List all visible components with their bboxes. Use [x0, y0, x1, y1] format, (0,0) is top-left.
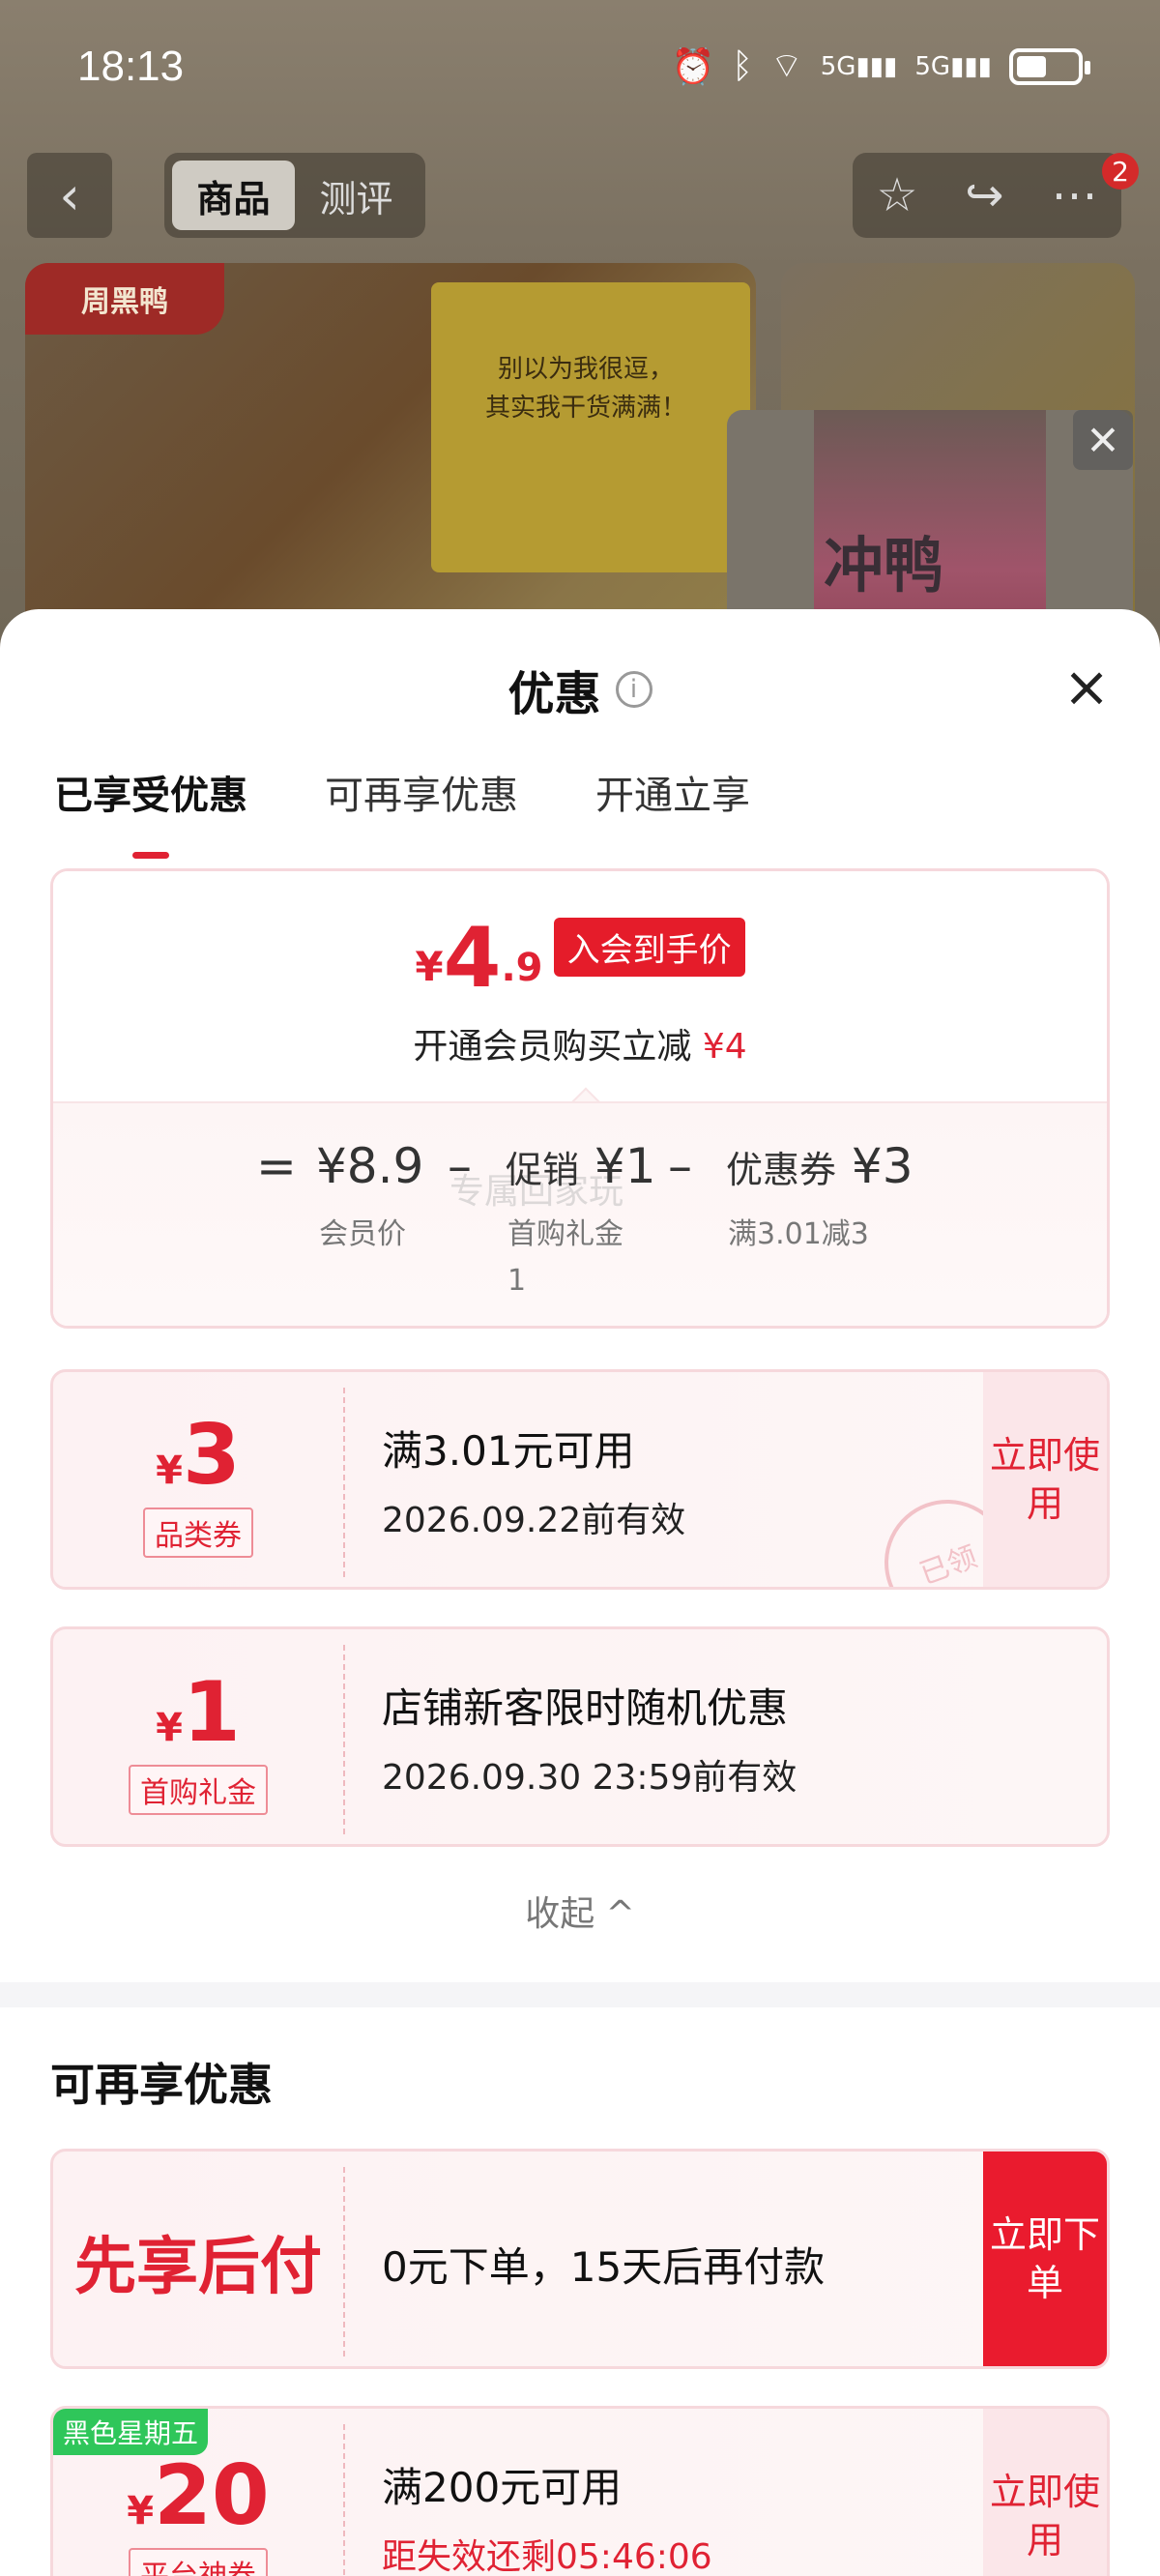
bluetooth-icon: ᛒ	[732, 46, 753, 86]
use-now-button[interactable]: 立即使用	[983, 1372, 1107, 1587]
order-now-button[interactable]: 立即下单	[983, 2152, 1107, 2366]
coupon-countdown: 距失效还剩05:46:06	[382, 2537, 712, 2576]
platform-coupon-card: 黑色星期五 ¥20 平台神券 满200元可用 距失效还剩05:46:06 立即使…	[50, 2406, 1110, 2576]
tab-more-offers[interactable]: 可再享优惠	[325, 764, 518, 820]
bnpl-description: 0元下单，15天后再付款	[382, 2243, 826, 2291]
bnpl-card: 先享后付 0元下单，15天后再付款 立即下单	[50, 2149, 1110, 2369]
promo-amount: 促销 ¥1	[506, 1138, 656, 1194]
share-icon[interactable]: ↪	[965, 168, 1003, 222]
product-nav-bar: ‹ 商品 测评 ☆ ↪ ⋯	[0, 153, 1160, 240]
coupon-caption: 满3.01减3	[728, 1217, 869, 1251]
discount-tabs: 已享受优惠 可再享优惠 开通立享	[54, 764, 750, 859]
final-price-card: ¥4.9 入会到手价 开通会员购买立减 ¥4 专属回家玩 = ¥8.9 会员价 …	[50, 868, 1110, 1329]
minus-sign: –	[668, 1138, 692, 1194]
price-breakdown: 专属回家玩 = ¥8.9 会员价 – 促销 ¥1 首购礼金 1 – 优惠券 ¥3…	[53, 1101, 1107, 1326]
battery-icon	[1009, 47, 1090, 85]
tab-join-now[interactable]: 开通立享	[595, 764, 750, 820]
5g-signal-icon: 5G▮▮▮	[914, 51, 992, 81]
collapse-button[interactable]: 收起 ^	[0, 1886, 1160, 1936]
more-icon[interactable]: ⋯	[1052, 168, 1098, 222]
coupon-condition: 店铺新客限时随机优惠	[382, 1684, 789, 1732]
promo-caption: 首购礼金	[508, 1217, 624, 1251]
first-purchase-gift-card: ¥1 首购礼金 店铺新客限时随机优惠 2026.09.30 23:59前有效	[50, 1626, 1110, 1847]
notification-badge: 2	[1102, 153, 1139, 190]
alarm-icon: ⏰	[671, 46, 715, 87]
minus-sign: –	[448, 1138, 472, 1194]
section-divider	[0, 1982, 1160, 2007]
member-price-tag: 入会到手价	[553, 918, 745, 977]
coupon-condition: 满3.01元可用	[382, 1427, 635, 1475]
sheet-title: 优惠	[508, 667, 601, 721]
coupon-value: ¥3	[156, 1407, 241, 1504]
video-close-icon[interactable]: ✕	[1073, 410, 1133, 470]
coupon-type-badge: 品类券	[143, 1508, 253, 1558]
video-caption: 冲鸭	[824, 530, 944, 600]
coupon-type-badge: 首购礼金	[129, 1765, 268, 1815]
tab-enjoyed[interactable]: 已享受优惠	[54, 764, 247, 859]
member-price: ¥8.9	[316, 1138, 424, 1194]
coupon-value: ¥20	[127, 2447, 270, 2544]
status-time: 18:13	[77, 43, 185, 90]
equals-sign: =	[256, 1138, 297, 1194]
5g-signal-icon: 5G▮▮▮	[820, 51, 898, 81]
back-icon[interactable]: ‹	[27, 153, 112, 238]
price-subtitle: 开通会员购买立减 ¥4	[413, 1027, 747, 1067]
bnpl-label: 先享后付	[74, 2232, 322, 2303]
discount-sheet: 优惠 i × 已享受优惠 可再享优惠 开通立享 ¥4.9 入会到手价 开通会员购…	[0, 609, 1160, 2576]
use-now-button[interactable]: 立即使用	[983, 2409, 1107, 2576]
nav-actions: ☆ ↪ ⋯	[853, 153, 1121, 238]
wifi-icon: ⌔	[769, 46, 803, 86]
final-price: ¥4.9 入会到手价	[53, 910, 1107, 1007]
coupon-condition: 满200元可用	[382, 2464, 623, 2511]
package-slogan: 别以为我很逗， 其实我干货满满！	[484, 355, 686, 423]
more-offers-title: 可再享优惠	[50, 2059, 273, 2111]
promo-caption-2: 1	[508, 1264, 527, 1298]
category-coupon-card: ¥3 品类券 满3.01元可用 2026.09.22前有效 已领 立即使用	[50, 1369, 1110, 1590]
coupon-expiry: 2026.09.22前有效	[382, 1501, 686, 1540]
close-icon[interactable]: ×	[1059, 659, 1114, 715]
brand-logo: 周黑鸭	[25, 263, 224, 335]
info-icon[interactable]: i	[615, 671, 652, 708]
favorite-star-icon[interactable]: ☆	[876, 168, 917, 222]
sheet-header: 优惠 i	[0, 656, 1160, 723]
product-tabs: 商品 测评	[164, 153, 425, 238]
coupon-value: ¥1	[156, 1664, 241, 1761]
status-icons: ⏰ ᛒ ⌔ 5G▮▮▮ 5G▮▮▮	[671, 44, 1090, 88]
tab-goods[interactable]: 商品	[172, 161, 295, 230]
member-price-caption: 会员价	[319, 1217, 406, 1251]
coupon-amount: 优惠券 ¥3	[726, 1138, 914, 1194]
status-bar: 18:13 ⏰ ᛒ ⌔ 5G▮▮▮ 5G▮▮▮	[0, 0, 1160, 135]
coupon-type-badge: 平台神券	[129, 2548, 268, 2576]
tab-review[interactable]: 测评	[295, 161, 418, 230]
coupon-expiry: 2026.09.30 23:59前有效	[382, 1758, 798, 1798]
product-package	[431, 282, 750, 572]
